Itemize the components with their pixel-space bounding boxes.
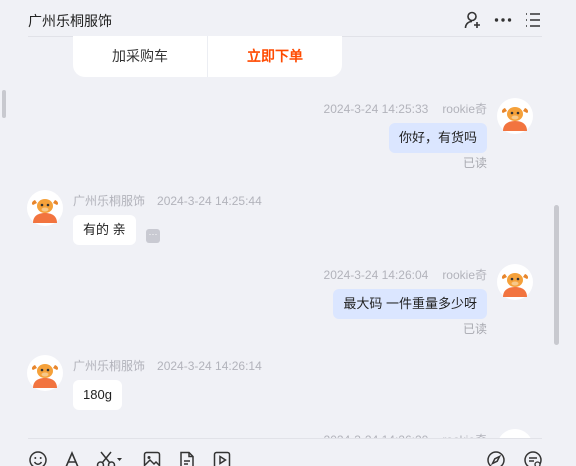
avatar-shop[interactable] xyxy=(27,190,63,226)
left-scroll-indicator[interactable] xyxy=(2,90,6,118)
message-sender: rookie奇 xyxy=(442,268,487,282)
message-meta: 广州乐桐服饰 2024-3-24 14:26:14 xyxy=(73,357,262,374)
add-to-cart-button[interactable]: 加采购车 xyxy=(73,36,208,77)
chat-scrollbar[interactable] xyxy=(554,205,559,345)
message-sender: rookie奇 xyxy=(442,102,487,116)
message-meta: 2024-3-24 14:26:04 rookie奇 xyxy=(324,266,487,283)
message-meta: 2024-3-24 14:25:33 rookie奇 xyxy=(324,100,487,117)
quick-reply-icon[interactable] xyxy=(523,450,543,466)
message-time: 2024-3-24 14:25:44 xyxy=(157,194,262,208)
message-bubble[interactable]: 最大码 一件重量多少呀 xyxy=(333,289,487,319)
message-time: 2024-3-24 14:26:04 xyxy=(323,268,429,282)
avatar-self[interactable] xyxy=(497,98,533,134)
message-bubble[interactable]: 你好，有货吗 xyxy=(388,123,487,153)
font-icon[interactable] xyxy=(62,450,82,466)
file-icon[interactable] xyxy=(177,450,197,466)
message-time: 2024-3-24 14:25:33 xyxy=(323,102,429,116)
chat-header: 广州乐桐服饰 xyxy=(0,0,576,38)
message-sender: 广州乐桐服饰 xyxy=(73,194,146,208)
add-contact-icon[interactable] xyxy=(463,10,483,30)
video-icon[interactable] xyxy=(212,450,232,466)
message-bubble[interactable]: 180g xyxy=(73,380,122,410)
more-icon[interactable] xyxy=(493,10,513,30)
avatar-self[interactable] xyxy=(497,264,533,300)
toolbar-divider xyxy=(28,438,542,439)
chat-window: 广州乐桐服饰 加采购车 立即下单 2024-3-24 14:25:33 rooki… xyxy=(0,0,576,466)
message-sender: 广州乐桐服饰 xyxy=(73,359,146,373)
read-status: 已读 xyxy=(462,156,487,170)
avatar-shop[interactable] xyxy=(27,355,63,391)
menu-list-icon[interactable] xyxy=(523,10,543,30)
order-now-button[interactable]: 立即下单 xyxy=(208,36,342,77)
message-meta: 广州乐桐服饰 2024-3-24 14:25:44 xyxy=(73,192,262,209)
scissors-icon[interactable] xyxy=(96,450,124,466)
read-status: 已读 xyxy=(462,322,487,336)
product-card: 加采购车 立即下单 xyxy=(73,36,342,77)
input-toolbar xyxy=(0,438,576,466)
compass-icon[interactable] xyxy=(486,450,506,466)
emoji-icon[interactable] xyxy=(28,450,48,466)
message-more-icon[interactable]: ··· xyxy=(146,229,160,243)
message-bubble[interactable]: 有的 亲 xyxy=(73,215,136,245)
image-icon[interactable] xyxy=(142,450,162,466)
chat-title: 广州乐桐服饰 xyxy=(28,13,112,29)
message-time: 2024-3-24 14:26:14 xyxy=(157,359,262,373)
